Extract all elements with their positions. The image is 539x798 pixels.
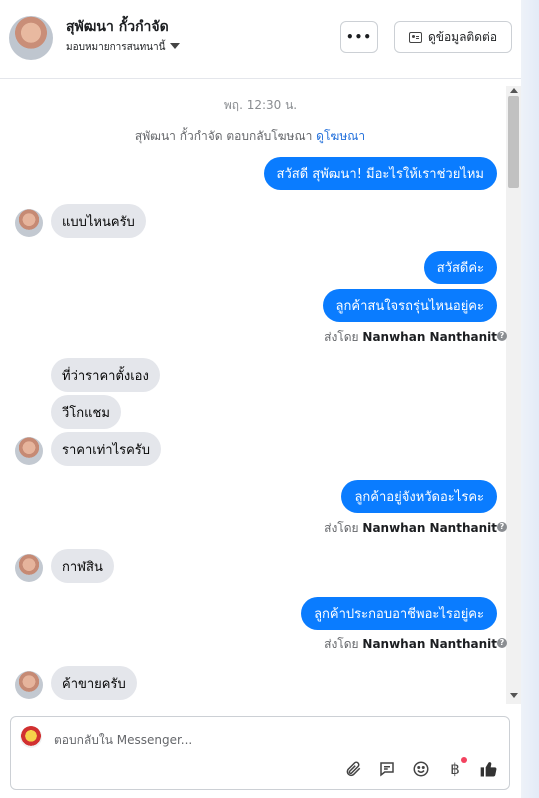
incoming-message[interactable]: วีโกแชม	[51, 395, 121, 429]
avatar[interactable]	[15, 671, 43, 699]
help-icon[interactable]: ?	[497, 331, 507, 341]
composer-toolbar: ฿	[343, 757, 499, 779]
reply-composer: ตอบกลับใน Messenger... ฿	[10, 716, 510, 790]
incoming-message[interactable]: กาฬสิน	[51, 549, 114, 583]
sent-by-label: ส่งโดย Nanwhan Nanthanit	[324, 328, 497, 347]
sent-by-prefix: ส่งโดย	[324, 330, 359, 344]
notification-dot	[461, 757, 467, 763]
contact-name[interactable]: สุพัฒนา กั้วกำจัด	[66, 16, 169, 38]
outgoing-message[interactable]: ลูกค้าสนใจรถรุ่นไหนอยู่คะ	[322, 289, 497, 322]
reply-input[interactable]: ตอบกลับใน Messenger...	[54, 731, 192, 750]
chat-bubble-icon[interactable]	[377, 759, 397, 779]
incoming-message[interactable]: ค้าขายครับ	[51, 666, 137, 700]
scroll-up-arrow-icon[interactable]	[510, 88, 518, 93]
background-panel	[521, 0, 539, 798]
outgoing-message[interactable]: ลูกค้าอยู่จังหวัดอะไรคะ	[341, 480, 497, 513]
more-options-button[interactable]: •••	[340, 21, 378, 53]
page-avatar	[20, 726, 42, 748]
help-icon[interactable]: ?	[497, 522, 507, 532]
avatar[interactable]	[15, 437, 43, 465]
paperclip-icon[interactable]	[343, 759, 363, 779]
incoming-message[interactable]: ราคาเท่าไรครับ	[51, 432, 162, 466]
sent-by-name: Nanwhan Nanthanit	[362, 330, 497, 344]
sent-by-label: ส่งโดย Nanwhan Nanthanit	[324, 519, 497, 538]
sent-by-name: Nanwhan Nanthanit	[362, 637, 497, 651]
assign-label: มอบหมายการสนทนานี้	[66, 42, 166, 53]
outgoing-message[interactable]: สวัสดี สุพัฒนา! มีอะไรให้เราช่วยไหม	[263, 157, 497, 190]
scroll-down-arrow-icon[interactable]	[510, 693, 518, 698]
thumbs-up-icon[interactable]	[479, 759, 499, 779]
view-contact-button[interactable]: ดูข้อมูลติดต่อ	[394, 21, 512, 53]
view-ad-link[interactable]: ดูโฆษณา	[316, 129, 365, 143]
avatar[interactable]	[15, 554, 43, 582]
more-icon: •••	[345, 30, 372, 44]
ad-reply-text: สุพัฒนา กั้วกำจัด ตอบกลับโฆษณา	[134, 129, 313, 143]
outgoing-message[interactable]: สวัสดีค่ะ	[423, 251, 497, 284]
smiley-icon[interactable]	[411, 759, 431, 779]
contact-card-icon	[408, 31, 422, 43]
outgoing-message[interactable]: ลูกค้าประกอบอาชีพอะไรอยู่คะ	[301, 597, 497, 630]
sent-by-name: Nanwhan Nanthanit	[362, 521, 497, 535]
ad-reply-notice: สุพัฒนา กั้วกำจัด ตอบกลับโฆษณา ดูโฆษณา	[0, 127, 500, 146]
caret-down-icon	[170, 43, 181, 49]
incoming-message[interactable]: แบบไหนครับ	[51, 204, 146, 238]
message-timestamp: พฤ. 12:30 น.	[223, 98, 298, 112]
sent-by-label: ส่งโดย Nanwhan Nanthanit	[324, 635, 497, 654]
assign-conversation-dropdown[interactable]: มอบหมายการสนทนานี้	[66, 40, 181, 55]
sent-by-prefix: ส่งโดย	[324, 521, 359, 535]
avatar[interactable]	[15, 209, 43, 237]
avatar[interactable]	[9, 16, 53, 60]
incoming-message[interactable]: ที่ว่าราคาตั้งเอง	[51, 358, 160, 392]
conversation-header: สุพัฒนา กั้วกำจัด มอบหมายการสนทนานี้ •••…	[0, 0, 521, 79]
help-icon[interactable]: ?	[497, 638, 507, 648]
view-contact-label: ดูข้อมูลติดต่อ	[427, 29, 498, 44]
baht-icon[interactable]: ฿	[445, 757, 467, 779]
sent-by-prefix: ส่งโดย	[324, 637, 359, 651]
